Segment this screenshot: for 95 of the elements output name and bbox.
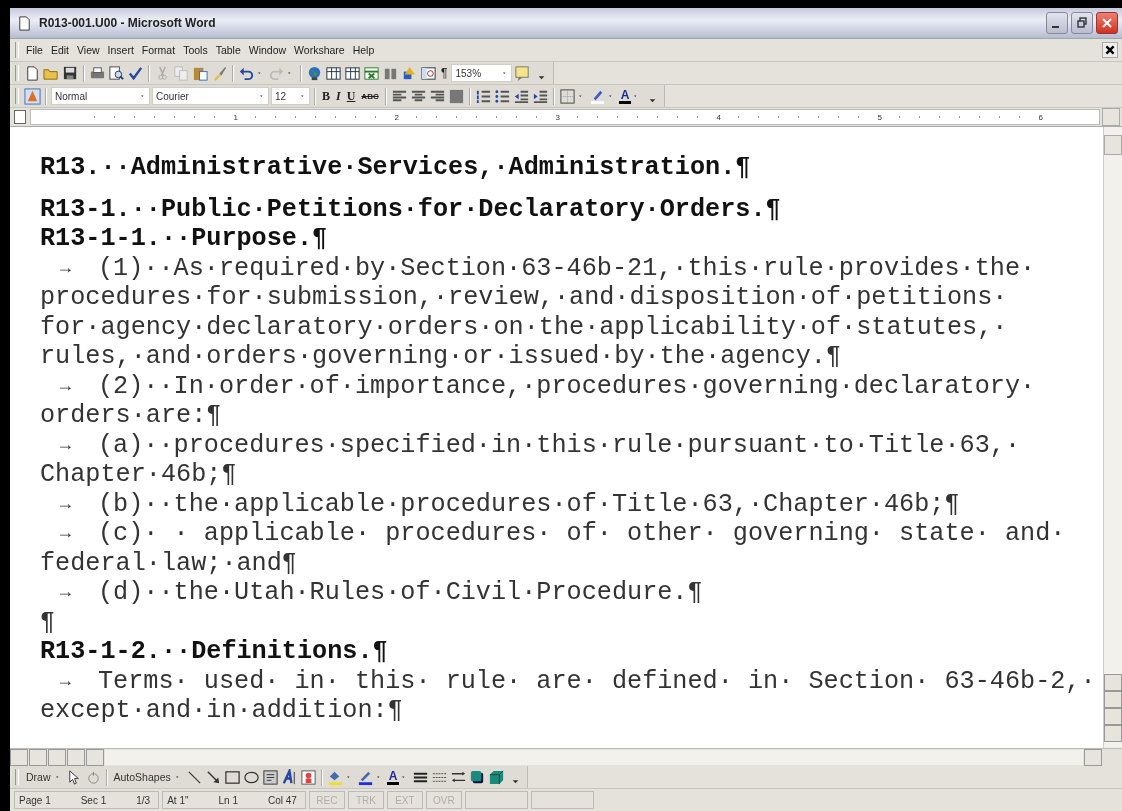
window-title: R013-001.U00 - Microsoft Word	[39, 16, 217, 30]
font-color-button[interactable]: A	[618, 88, 632, 104]
style-gallery-icon[interactable]	[24, 87, 41, 105]
ruler-number: 4	[714, 112, 723, 122]
tab-mark: →	[59, 374, 72, 398]
tab-mark: →	[59, 669, 72, 693]
underline-button[interactable]: U	[344, 88, 358, 104]
tab-selector[interactable]	[14, 110, 26, 124]
font-size-dropdown[interactable]: 12	[271, 87, 310, 105]
menu-item[interactable]: Format	[137, 43, 180, 57]
ruler-number: 3	[553, 112, 562, 122]
close-icon	[1101, 17, 1113, 29]
menu-item[interactable]: Help	[348, 43, 379, 57]
ruler-number: 6	[1036, 112, 1045, 122]
wordart-icon[interactable]	[280, 768, 298, 786]
text-line: (a)··procedures·specified·in·this·rule·pursuant·to·Title·63,·	[98, 430, 1020, 460]
bold-button[interactable]: B	[320, 88, 332, 104]
text-line: Terms· used· in· this· rule· are· defined· in· Section· 63-46b-2,·	[98, 666, 1096, 696]
text-line: (d)··the·Utah·Rules·of·Civil·Procedure.¶	[98, 578, 703, 608]
menu-item[interactable]: Insert	[103, 43, 138, 57]
tab-mark: →	[59, 433, 72, 457]
status-text: 1/3	[136, 794, 151, 806]
strikethrough-button[interactable]: ABC	[359, 91, 381, 101]
draw-menu-button[interactable]: Draw	[24, 771, 53, 783]
scroll-thumb[interactable]	[1104, 135, 1122, 155]
autoshapes-menu-button[interactable]: AutoShapes	[111, 771, 173, 783]
close-button[interactable]	[1096, 12, 1118, 34]
spreadsheet-icon[interactable]	[363, 64, 380, 82]
font-dropdown[interactable]: Courier	[152, 87, 269, 105]
style-dropdown[interactable]: Normal	[51, 87, 150, 105]
close-button[interactable]	[1102, 42, 1118, 58]
restore-icon	[1076, 17, 1088, 29]
menu-item[interactable]: Table	[211, 43, 245, 57]
restore-button[interactable]	[1071, 12, 1093, 34]
minimize-button[interactable]	[1046, 12, 1068, 34]
ruler-number: 5	[875, 112, 884, 122]
bulleted-list-icon[interactable]	[493, 87, 511, 105]
menu-item[interactable]: Window	[244, 43, 291, 57]
table-icon[interactable]	[344, 64, 361, 82]
menu-item[interactable]: View	[73, 43, 104, 57]
status-text: Col 47	[268, 794, 297, 806]
status-text: At 1"	[167, 794, 189, 806]
zoom-dropdown[interactable]: 153%	[451, 64, 513, 82]
heading: R13-1-1.··Purpose.¶	[40, 224, 329, 254]
ruler-number: 2	[392, 112, 401, 122]
tab-mark: →	[59, 256, 72, 280]
text-line: for·agency·declaratory·orders·on·the·applicability·of·statutes,·	[40, 312, 1009, 342]
justify-icon[interactable]	[447, 87, 465, 105]
help-icon[interactable]	[514, 64, 532, 82]
status-text: Ln 1	[218, 794, 238, 806]
vertical-scrollbar[interactable]	[1103, 127, 1122, 748]
text-line: ¶	[40, 607, 57, 637]
close-icon	[1104, 44, 1116, 56]
text-line: (1)··As·required·by·Section·63-46b-21,·this·rule·provides·the·	[98, 253, 1036, 283]
page-icon[interactable]	[16, 14, 33, 32]
font-color-button[interactable]: A	[386, 769, 400, 785]
heading: R13-1-2.··Definitions.¶	[40, 637, 389, 667]
page-icon[interactable]	[24, 64, 41, 82]
status-panel	[530, 791, 594, 809]
brush-icon[interactable]	[211, 64, 228, 82]
check-icon[interactable]	[127, 64, 144, 82]
text-line: federal·law;·and¶	[40, 548, 298, 578]
tab-mark: →	[59, 581, 72, 604]
text-line: (c)· · applicable· procedures· of· other· governing· state· and·	[98, 519, 1066, 549]
menu-item[interactable]: Tools	[179, 43, 212, 57]
globe-icon[interactable]	[306, 64, 323, 82]
heading: R13-1.··Public·Petitions·for·Declaratory·Orders.¶	[40, 194, 782, 224]
text-line: procedures·for·submission,·review,·and·disposition·of·petitions·	[40, 283, 1009, 313]
tab-mark: →	[59, 522, 72, 545]
clipart-icon[interactable]	[299, 768, 317, 786]
table-icon[interactable]	[325, 64, 342, 82]
status-text: Page 1	[19, 794, 51, 806]
magnifier-icon[interactable]	[108, 64, 125, 82]
heading: R13.··Administrative·Services,·Administration.¶	[40, 153, 752, 183]
3d-box-icon[interactable]	[488, 768, 506, 786]
ruler-number: 1	[231, 112, 240, 122]
menu-item[interactable]: Workshare	[290, 43, 349, 57]
text-line: Chapter·46b;¶	[40, 460, 238, 490]
status-panel	[464, 791, 528, 809]
rectangle-icon[interactable]	[223, 768, 241, 786]
text-line: (2)··In·order·of·importance,·procedures·governing·declaratory·	[98, 371, 1036, 401]
tab-mark: →	[59, 492, 72, 516]
text-line: except·and·in·addition:¶	[40, 696, 404, 726]
text-line: (b)··the·applicable·procedures·of·Title·63,·Chapter·46b;¶	[98, 489, 960, 519]
show-formatting-button[interactable]: ¶	[439, 66, 450, 80]
status-text: Sec 1	[80, 794, 107, 806]
italic-button[interactable]: I	[334, 88, 343, 104]
border-icon[interactable]	[558, 87, 576, 105]
menu-item[interactable]: File	[22, 43, 47, 57]
document-map-icon[interactable]	[420, 64, 437, 82]
minimize-icon	[1051, 26, 1059, 28]
text-line: orders·are:¶	[40, 401, 223, 431]
menu-item[interactable]: Edit	[46, 43, 73, 57]
text-box-icon[interactable]	[261, 768, 279, 786]
text-line: rules,·and·orders·governing·or·issued·by·the·agency.¶	[40, 342, 843, 372]
